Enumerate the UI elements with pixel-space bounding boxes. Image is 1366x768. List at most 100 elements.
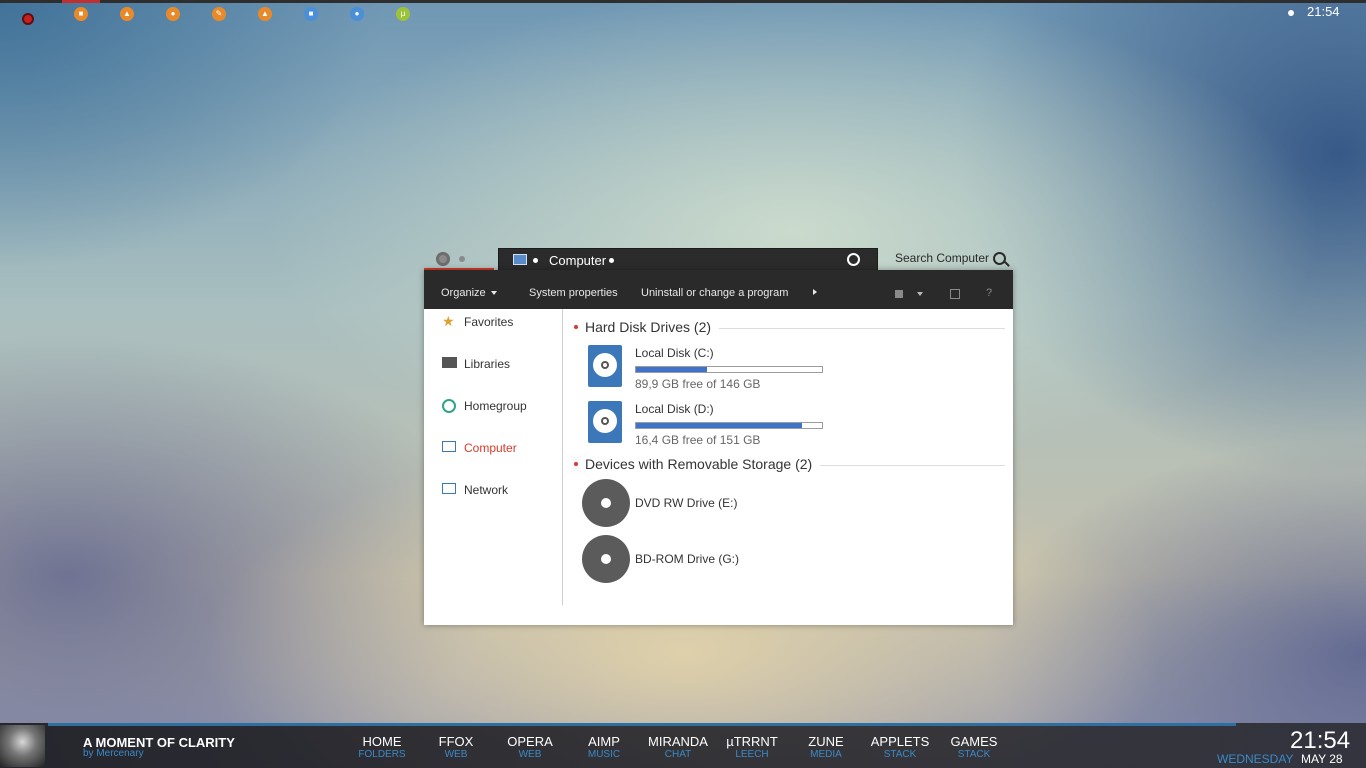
window-min-button[interactable]: [459, 256, 465, 262]
menu-item-sublabel: MEDIA: [810, 749, 842, 760]
navigation-pane: ★ Favorites Libraries Homegroup Computer…: [424, 309, 563, 605]
menu-item-label: AIMP: [588, 734, 620, 749]
breadcrumb-separator-icon: [533, 258, 538, 263]
command-bar: Organize System properties Uninstall or …: [424, 270, 1013, 309]
app-blue-icon[interactable]: ■: [304, 7, 318, 21]
utorrent-icon[interactable]: µ: [396, 7, 410, 21]
menu-item-label: APPLETS: [870, 734, 930, 749]
drive-usage-bar: [635, 366, 823, 373]
menu-item-home[interactable]: HOME FOLDERS: [345, 735, 419, 761]
libraries-icon: [442, 357, 457, 368]
record-icon[interactable]: [22, 13, 34, 25]
view-options-icon[interactable]: [895, 290, 903, 298]
refresh-icon[interactable]: [847, 253, 860, 266]
date: MAY 28: [1301, 752, 1343, 766]
pencil-icon[interactable]: ✎: [212, 7, 226, 21]
content-pane: Hard Disk Drives (2) Local Disk (C:) 89,…: [572, 309, 1005, 619]
tray-indicator-icon[interactable]: [1288, 10, 1294, 16]
menu-item-sublabel: FOLDERS: [358, 749, 406, 760]
drive-name: DVD RW Drive (E:): [635, 496, 738, 510]
top-bar: [0, 0, 1366, 3]
top-bar-indicator: [62, 0, 100, 3]
nav-item-label: Homegroup: [464, 399, 527, 413]
drive-usage-bar: [635, 422, 823, 429]
system-properties-button[interactable]: System properties: [529, 287, 618, 299]
group-title: Devices with Removable Storage (2): [585, 456, 821, 472]
uninstall-program-button[interactable]: Uninstall or change a program: [641, 287, 788, 299]
drive-free-space: 16,4 GB free of 151 GB: [635, 433, 761, 447]
bottom-bar: A MOMENT OF CLARITY by Mercenary HOME FO…: [0, 723, 1366, 768]
chevron-down-icon: [490, 291, 497, 296]
nav-item-label: Libraries: [464, 357, 511, 371]
search-input[interactable]: Search Computer: [895, 251, 989, 265]
hard-disk-icon: [588, 345, 622, 387]
menu-item-label: GAMES: [950, 734, 998, 749]
star-icon: ★: [442, 313, 455, 329]
drive-name: Local Disk (D:): [635, 402, 714, 416]
menu-item-sublabel: STACK: [957, 749, 991, 760]
group-header-hard-disks[interactable]: Hard Disk Drives (2): [572, 316, 1005, 336]
menu-item-label: MIRANDA: [648, 734, 708, 749]
breadcrumb-computer[interactable]: Computer: [549, 253, 606, 268]
vlc-2-icon[interactable]: ▲: [258, 7, 272, 21]
search-icon[interactable]: [993, 252, 1006, 265]
menu-item-aimp[interactable]: AIMP MUSIC: [567, 735, 641, 761]
organize-button[interactable]: Organize: [441, 287, 497, 299]
optical-disc-icon: [582, 479, 630, 527]
homegroup-icon: [442, 399, 456, 413]
menu-item-label: HOME: [362, 734, 402, 749]
drive-item-c[interactable]: Local Disk (C:) 89,9 GB free of 146 GB: [588, 345, 988, 393]
menu-item-games[interactable]: GAMES STACK: [937, 735, 1011, 761]
more-commands-icon[interactable]: [813, 289, 817, 295]
avatar[interactable]: [0, 725, 45, 767]
tray-clock: 21:54: [1307, 4, 1340, 19]
computer-icon: [442, 441, 456, 452]
nav-item-label: Favorites: [464, 315, 514, 329]
group-bullet-icon: [574, 325, 578, 329]
computer-icon: [513, 254, 527, 265]
clock: 21:54: [1290, 727, 1351, 754]
nav-item-label: Computer: [464, 441, 517, 455]
weekday: WEDNESDAY: [1217, 752, 1294, 766]
bottom-bar-accent: [48, 723, 1236, 726]
menu-item-sublabel: WEB: [518, 749, 542, 760]
hard-disk-icon: [588, 401, 622, 443]
menu-item-sublabel: STACK: [883, 749, 917, 760]
menu-item-utorrent[interactable]: µTRRNT LEECH: [715, 735, 789, 761]
menu-item-sublabel: LEECH: [735, 749, 769, 760]
menu-item-zune[interactable]: ZUNE MEDIA: [789, 735, 863, 761]
menu-item-label: µTRRNT: [726, 734, 778, 749]
explorer-window: Organize System properties Uninstall or …: [424, 270, 1013, 625]
chrome-icon[interactable]: ●: [350, 7, 364, 21]
app-icon[interactable]: ■: [74, 7, 88, 21]
menu-item-label: OPERA: [507, 734, 553, 749]
menu-item-ffox[interactable]: FFOX WEB: [419, 735, 493, 761]
group-title: Hard Disk Drives (2): [585, 319, 720, 335]
menu-item-label: FFOX: [438, 734, 474, 749]
drive-item-d[interactable]: Local Disk (D:) 16,4 GB free of 151 GB: [588, 401, 988, 449]
help-button[interactable]: ?: [986, 287, 992, 299]
group-header-removable[interactable]: Devices with Removable Storage (2): [572, 453, 1005, 473]
menu-item-label: ZUNE: [808, 734, 844, 749]
drive-free-space: 89,9 GB free of 146 GB: [635, 377, 761, 391]
network-icon: [442, 483, 456, 494]
address-bar[interactable]: Computer: [498, 248, 878, 272]
drive-item-g[interactable]: BD-ROM Drive (G:): [582, 535, 982, 585]
window-menu-button[interactable]: [436, 252, 450, 266]
theme-author: by Mercenary: [83, 748, 144, 759]
preview-pane-icon[interactable]: [950, 289, 960, 299]
drive-name: BD-ROM Drive (G:): [635, 552, 739, 566]
breadcrumb-separator-icon[interactable]: [609, 258, 614, 263]
menu-item-applets[interactable]: APPLETS STACK: [863, 735, 937, 761]
menu-item-sublabel: WEB: [444, 749, 468, 760]
optical-disc-icon: [582, 535, 630, 583]
firefox-icon[interactable]: ●: [166, 7, 180, 21]
menu-item-opera[interactable]: OPERA WEB: [493, 735, 567, 761]
drive-item-e[interactable]: DVD RW Drive (E:): [582, 479, 982, 529]
vlc-icon[interactable]: ▲: [120, 7, 134, 21]
group-bullet-icon: [574, 462, 578, 466]
menu-item-miranda[interactable]: MIRANDA CHAT: [641, 735, 715, 761]
menu-item-sublabel: CHAT: [664, 749, 692, 760]
chevron-down-icon[interactable]: [917, 292, 923, 296]
organize-label: Organize: [441, 287, 486, 299]
